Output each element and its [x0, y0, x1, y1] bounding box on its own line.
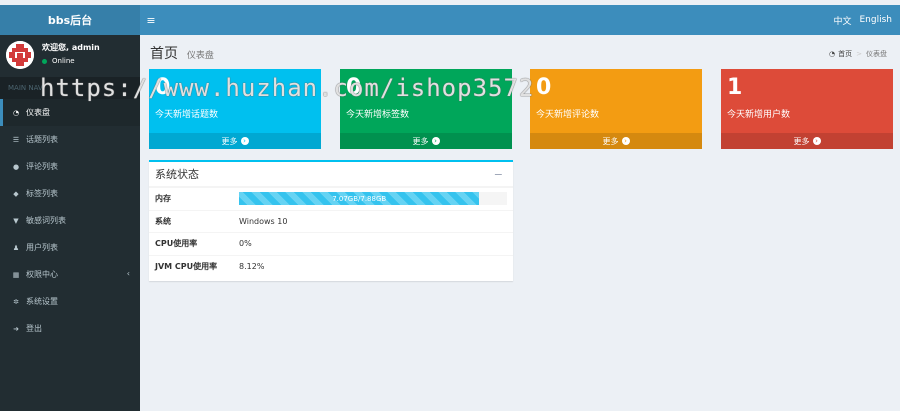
more-label: 更多 — [221, 136, 238, 146]
lang-en-link[interactable]: English — [860, 15, 893, 25]
signout-icon: ➜ — [13, 324, 19, 333]
breadcrumb-home-link[interactable]: 首页 — [838, 49, 852, 59]
more-label: 更多 — [602, 136, 619, 146]
avatar — [6, 41, 34, 69]
breadcrumb-separator: > — [856, 50, 862, 58]
memory-progress-fill: 7.07GB/7.88GB — [239, 192, 480, 206]
sidebar-item-sensitive-words[interactable]: ▼ 敏感词列表 — [0, 207, 140, 234]
sidebar-item-permissions[interactable]: ▦ 权限中心 ‹ — [0, 261, 140, 288]
dashboard-icon: ◔ — [12, 108, 20, 117]
stat-number: 1 — [727, 75, 743, 100]
welcome-text: 欢迎您, admin — [42, 43, 100, 52]
more-link[interactable]: 更多 › — [149, 133, 321, 149]
cpu-label: CPU使用率 — [155, 239, 198, 249]
arrow-circle-right-icon: › — [621, 137, 630, 145]
sidebar-item-topics[interactable]: ☰ 话题列表 — [0, 126, 140, 153]
language-switch: 中文 English — [833, 5, 900, 35]
stat-box-topics: 0 今天新增话题数 更多 › — [149, 69, 321, 149]
memory-text: 7.07GB/7.88GB — [332, 194, 387, 203]
stat-label: 今天新增标签数 — [346, 110, 410, 120]
user-icon: ♟ — [12, 243, 20, 252]
os-value: Windows 10 — [239, 216, 288, 226]
sidebar-item-label: 标签列表 — [26, 189, 58, 198]
sidebar-item-label: 话题列表 — [26, 135, 58, 144]
main-nav-header: MAIN NAV — [0, 77, 140, 99]
cpu-value: 0% — [239, 239, 252, 249]
stat-label: 今天新增用户数 — [727, 110, 791, 120]
sidebar-item-label: 敏感词列表 — [26, 216, 66, 225]
stat-box-comments: 0 今天新增评论数 更多 › — [530, 69, 702, 149]
online-dot-icon — [42, 58, 47, 64]
cpu-row: CPU使用率 0% — [149, 232, 513, 255]
stat-box-users: 1 今天新增用户数 更多 › — [721, 69, 893, 149]
sidebar-item-label: 评论列表 — [26, 162, 58, 171]
arrow-circle-right-icon: › — [240, 137, 249, 145]
page-title: 首页 — [150, 46, 178, 62]
more-label: 更多 — [793, 136, 810, 146]
memory-progress-bar: 7.07GB/7.88GB — [239, 192, 507, 206]
more-link[interactable]: 更多 › — [721, 133, 893, 149]
list-icon: ☰ — [12, 135, 20, 144]
filter-icon: ▼ — [13, 216, 19, 225]
sidebar-item-comments[interactable]: ● 评论列表 — [0, 153, 140, 180]
sidebar-item-label: 权限中心 — [26, 270, 58, 279]
system-status-box: 系统状态 − 内存 7.07GB/7.88GB 系统 Windows 10 CP… — [149, 160, 513, 281]
breadcrumb-current: 仪表盘 — [866, 50, 887, 58]
sidebar: 欢迎您, admin Online MAIN NAV ◔ 仪表盘 ☰ 话题列表 … — [0, 35, 140, 411]
system-status-header: 系统状态 − — [149, 162, 513, 187]
collapse-icon[interactable]: − — [494, 168, 503, 181]
breadcrumb: ◔ 首页 > 仪表盘 — [829, 49, 887, 59]
sidebar-item-label: 登出 — [26, 324, 42, 333]
stat-box-tags: 0 今天新增标签数 更多 › — [340, 69, 512, 149]
sidebar-item-label: 用户列表 — [26, 243, 58, 252]
page-subtitle: 仪表盘 — [186, 51, 214, 61]
arrow-circle-right-icon: › — [812, 137, 821, 145]
dashboard-icon: ◔ — [829, 50, 836, 58]
sidebar-item-tags[interactable]: ◆ 标签列表 — [0, 180, 140, 207]
user-panel: 欢迎您, admin Online — [0, 35, 140, 77]
sidebar-item-users[interactable]: ♟ 用户列表 — [0, 234, 140, 261]
os-row: 系统 Windows 10 — [149, 209, 513, 233]
jvm-cpu-row: JVM CPU使用率 8.12% — [149, 254, 513, 278]
sidebar-toggle-icon[interactable]: ≡ — [140, 5, 162, 35]
sidebar-item-dashboard[interactable]: ◔ 仪表盘 — [0, 99, 140, 126]
sidebar-item-logout[interactable]: ➜ 登出 — [0, 315, 140, 342]
system-status-title: 系统状态 — [155, 168, 199, 181]
stat-label: 今天新增话题数 — [155, 110, 219, 120]
online-status: Online — [42, 57, 75, 65]
jvm-cpu-value: 8.12% — [239, 261, 265, 271]
stat-label: 今天新增评论数 — [536, 110, 600, 120]
lang-zh-link[interactable]: 中文 — [833, 14, 851, 27]
logo[interactable]: bbs后台 — [0, 5, 140, 35]
jvm-cpu-label: JVM CPU使用率 — [155, 261, 218, 271]
online-label: Online — [52, 57, 75, 65]
more-label: 更多 — [412, 136, 429, 146]
arrow-circle-right-icon: › — [431, 137, 440, 145]
more-link[interactable]: 更多 › — [340, 133, 512, 149]
os-label: 系统 — [155, 216, 171, 226]
sidebar-item-label: 系统设置 — [26, 297, 58, 306]
content-header: 首页 仪表盘 ◔ 首页 > 仪表盘 — [150, 43, 895, 65]
memory-label: 内存 — [155, 194, 171, 204]
grid-icon: ▦ — [12, 270, 20, 279]
more-link[interactable]: 更多 › — [530, 133, 702, 149]
sidebar-item-label: 仪表盘 — [26, 108, 50, 117]
top-navbar: bbs后台 ≡ 中文 English — [0, 5, 900, 35]
tag-icon: ◆ — [13, 189, 19, 198]
stat-number: 0 — [155, 75, 171, 100]
stat-number: 0 — [346, 75, 362, 100]
comment-icon: ● — [12, 162, 20, 171]
chevron-left-icon: ‹ — [126, 269, 130, 278]
gears-icon: ✲ — [13, 297, 19, 306]
stat-number: 0 — [536, 75, 552, 100]
memory-row: 内存 7.07GB/7.88GB — [149, 187, 513, 210]
sidebar-item-settings[interactable]: ✲ 系统设置 — [0, 288, 140, 315]
